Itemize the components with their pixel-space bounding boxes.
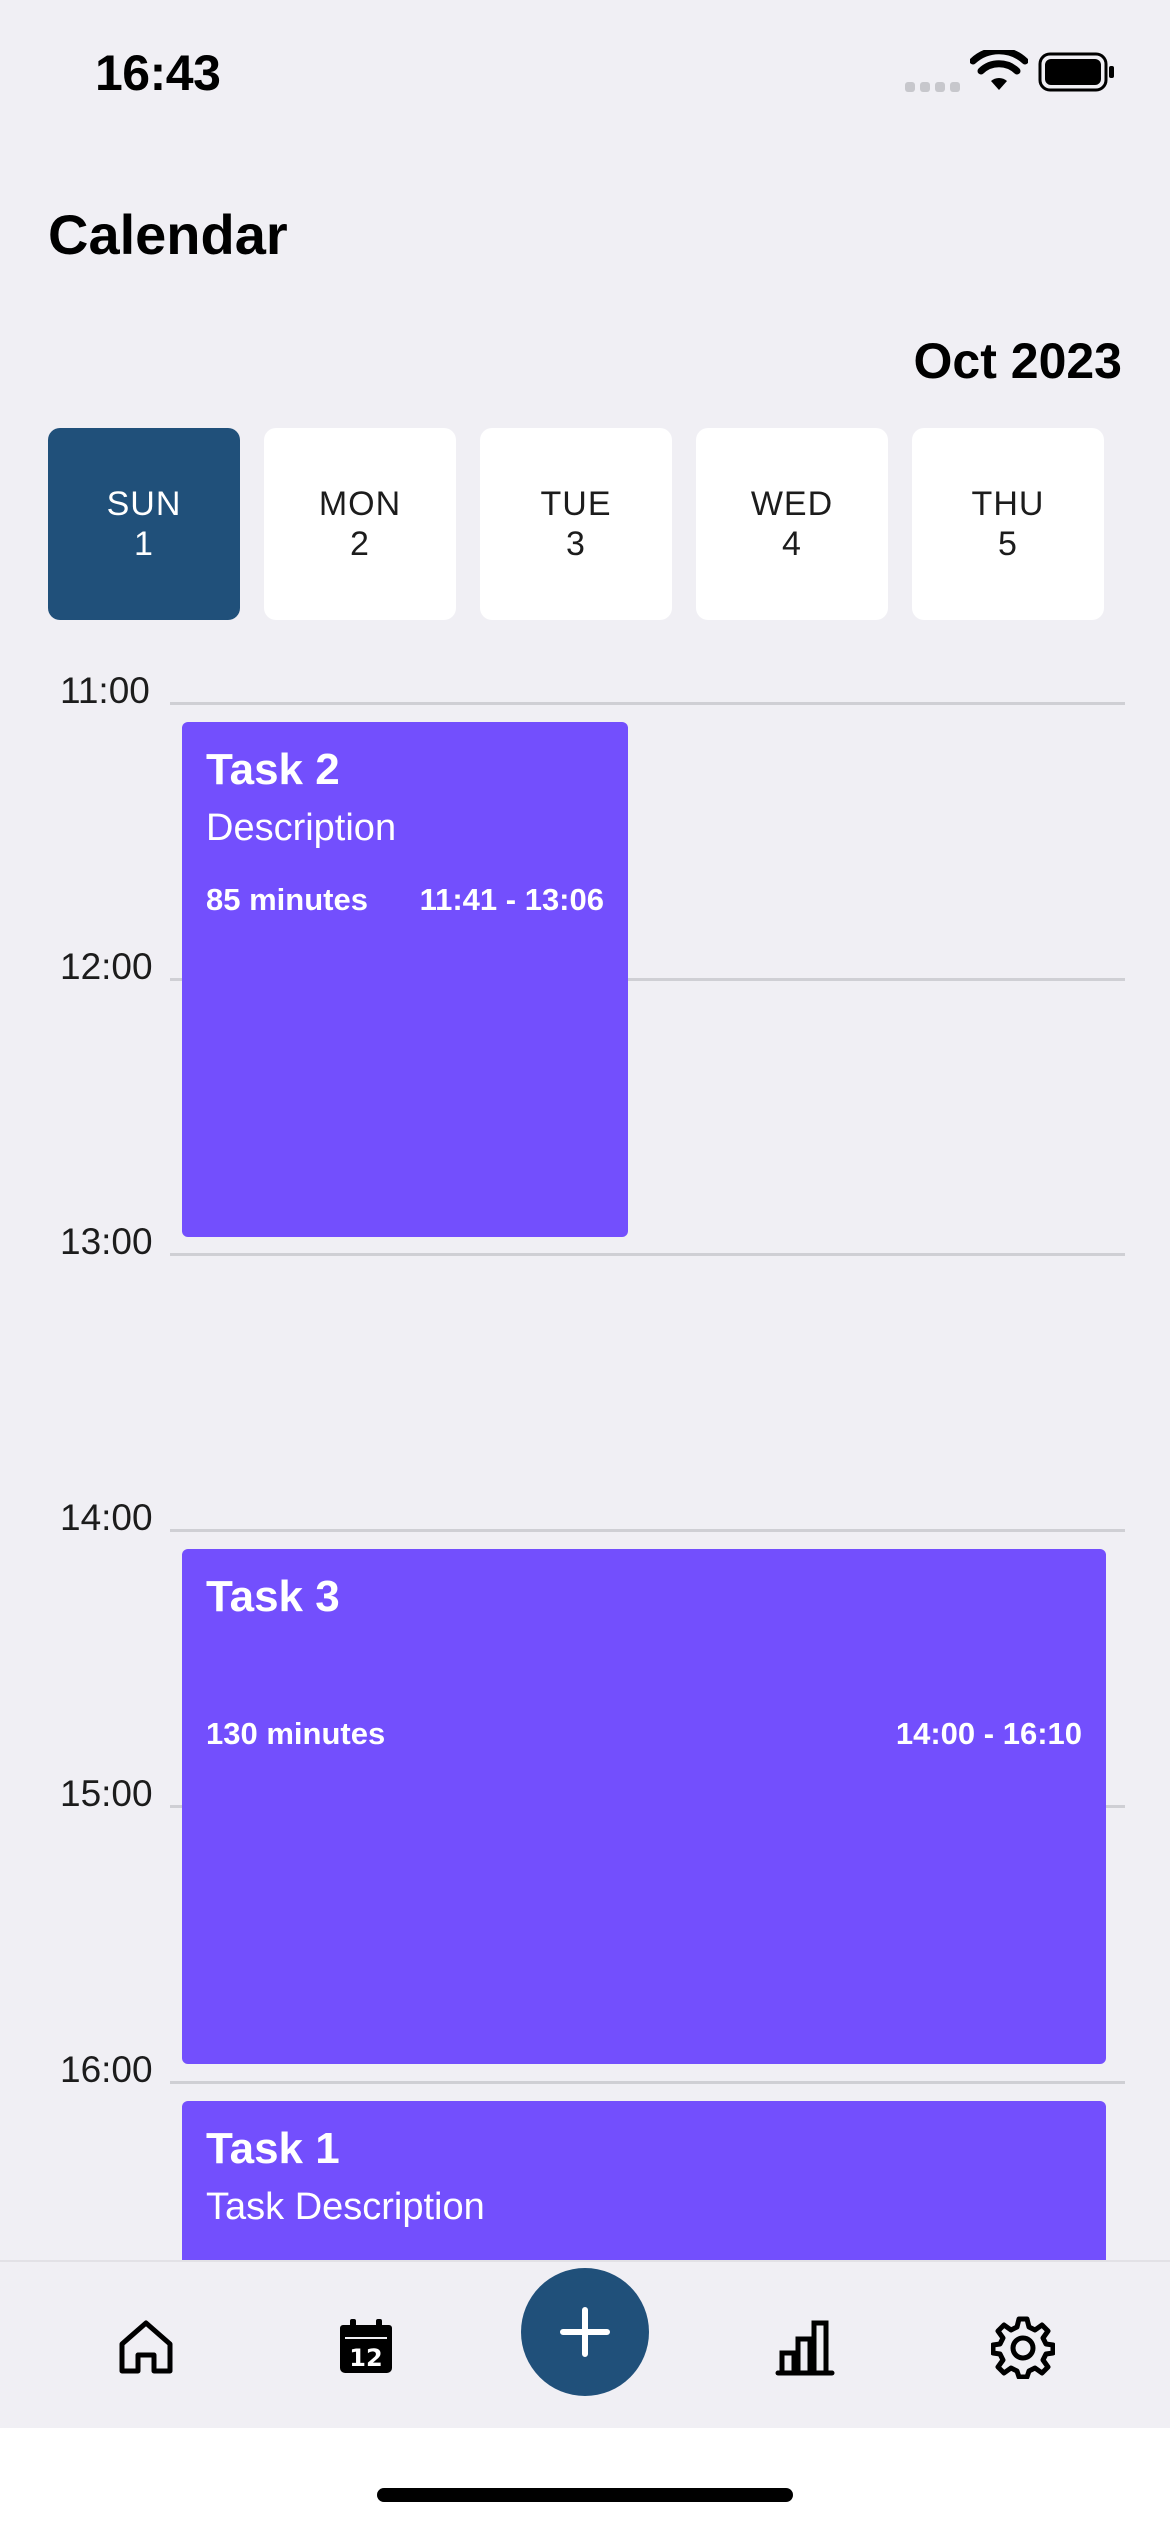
task-meta: 130 minutes 14:00 - 16:10 bbox=[206, 1716, 1082, 1752]
calendar-icon: 12 bbox=[340, 2319, 392, 2373]
day-tile-mon[interactable]: MON 2 bbox=[264, 428, 456, 620]
hour-label: 14:00 bbox=[60, 1497, 153, 1538]
task-card-task-2[interactable]: Task 2 Description 85 minutes 11:41 - 13… bbox=[182, 722, 628, 1237]
hour-divider bbox=[170, 702, 1125, 705]
day-strip: SUN 1 MON 2 TUE 3 WED 4 THU 5 bbox=[48, 428, 1168, 620]
task-description: Description bbox=[206, 807, 397, 849]
plus-icon bbox=[560, 2307, 610, 2357]
hour-label: 15:00 bbox=[60, 1773, 153, 1814]
task-title: Task 1 bbox=[206, 2124, 340, 2173]
home-icon bbox=[119, 2320, 173, 2374]
day-tile-wed[interactable]: WED 4 bbox=[696, 428, 888, 620]
status-bar: 16:43 bbox=[0, 0, 1170, 150]
task-description: Task Description bbox=[206, 2186, 485, 2228]
tab-stats[interactable] bbox=[770, 2312, 840, 2382]
wifi-icon bbox=[970, 50, 1028, 90]
task-time-range: 14:00 - 16:10 bbox=[895, 1716, 1082, 1751]
hour-label: 16:00 bbox=[60, 2049, 153, 2090]
tab-home[interactable] bbox=[111, 2312, 181, 2382]
bar-chart-icon bbox=[775, 2320, 835, 2376]
task-time-range: 11:41 - 13:06 bbox=[419, 882, 604, 917]
day-name: SUN bbox=[106, 485, 182, 523]
day-number: 2 bbox=[350, 525, 370, 563]
task-duration: 85 minutes bbox=[206, 882, 368, 917]
cellular-signal-icon bbox=[905, 82, 960, 92]
day-tile-sun[interactable]: SUN 1 bbox=[48, 428, 240, 620]
status-time: 16:43 bbox=[95, 45, 221, 101]
hour-divider bbox=[170, 1529, 1125, 1532]
tab-settings[interactable] bbox=[988, 2312, 1058, 2382]
day-number: 4 bbox=[782, 525, 802, 563]
task-title: Task 2 bbox=[206, 745, 340, 794]
day-number: 5 bbox=[998, 525, 1018, 563]
day-name: TUE bbox=[540, 485, 612, 523]
day-name: THU bbox=[971, 485, 1045, 523]
day-number: 3 bbox=[566, 525, 586, 563]
home-indicator[interactable] bbox=[377, 2488, 793, 2502]
hour-label: 13:00 bbox=[60, 1221, 153, 1262]
add-task-button[interactable] bbox=[521, 2268, 649, 2396]
home-indicator-area bbox=[0, 2428, 1170, 2532]
tab-calendar[interactable]: 12 bbox=[331, 2312, 401, 2382]
day-tile-tue[interactable]: TUE 3 bbox=[480, 428, 672, 620]
battery-icon bbox=[1038, 52, 1114, 92]
gear-icon bbox=[991, 2316, 1055, 2379]
hour-divider bbox=[170, 2081, 1125, 2084]
task-duration: 130 minutes bbox=[206, 1716, 386, 1751]
hour-label: 12:00 bbox=[60, 946, 153, 987]
day-name: MON bbox=[318, 485, 402, 523]
task-title: Task 3 bbox=[206, 1572, 340, 1621]
calendar-badge: 12 bbox=[349, 2344, 382, 2372]
day-number: 1 bbox=[134, 525, 154, 563]
page-title: Calendar bbox=[48, 203, 288, 266]
hour-label: 11:00 bbox=[60, 670, 150, 711]
task-meta: 85 minutes 11:41 - 13:06 bbox=[206, 882, 604, 918]
task-card-task-3[interactable]: Task 3 130 minutes 14:00 - 16:10 bbox=[182, 1549, 1106, 2064]
day-tile-thu[interactable]: THU 5 bbox=[912, 428, 1104, 620]
day-name: WED bbox=[750, 485, 834, 523]
hour-divider bbox=[170, 1253, 1125, 1256]
month-label[interactable]: Oct 2023 bbox=[914, 332, 1122, 390]
